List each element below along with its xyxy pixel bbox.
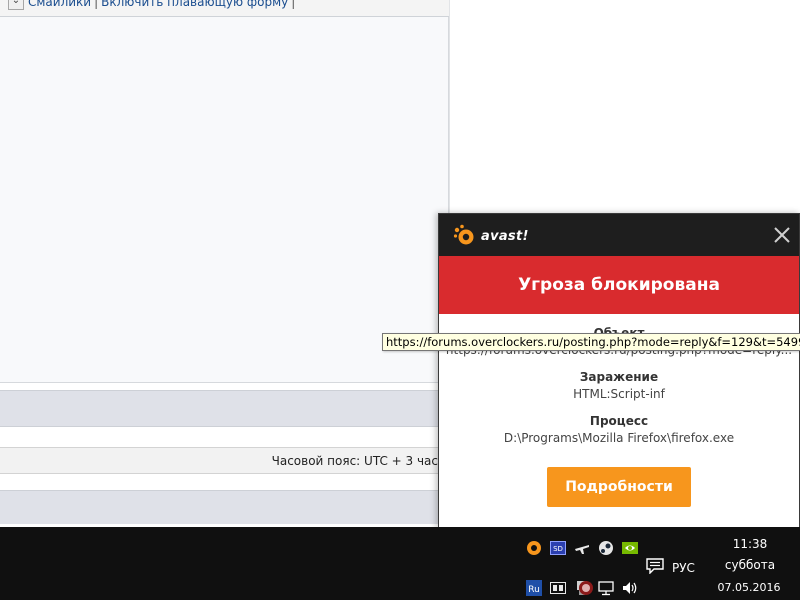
link-separator: | [291, 0, 296, 9]
ru-icon-label: Ru [528, 585, 540, 595]
dolby-tray-icon[interactable] [550, 580, 566, 596]
smileys-link[interactable]: Смайлики [28, 0, 91, 9]
volume-tray-icon[interactable] [622, 580, 638, 596]
forum-band [0, 390, 440, 427]
action-center-icon[interactable] [646, 558, 664, 574]
taskbar: SD РУС Ru 11:38 суббота 07.05.2016 [0, 527, 800, 600]
infection-info: Заражение HTML:Script-inf [439, 370, 799, 401]
message-textarea[interactable] [0, 17, 449, 383]
avast-logo-text: avast! [481, 228, 529, 244]
network-tray-icon[interactable] [598, 580, 614, 596]
avast-logo: avast! [453, 224, 529, 248]
avast-notification: avast! Угроза блокирована Объект https:/… [438, 213, 800, 528]
process-info: Процесс D:\Programs\Mozilla Firefox\fire… [439, 414, 799, 445]
avast-tray-icon[interactable] [526, 540, 542, 556]
threat-banner: Угроза блокирована [439, 256, 799, 314]
process-value: D:\Programs\Mozilla Firefox\firefox.exe [503, 431, 735, 445]
timezone-bar: Часовой пояс: UTC + 3 час [0, 447, 440, 474]
plane-tray-icon[interactable] [574, 540, 590, 556]
link-separator: | [94, 0, 99, 9]
toolbar-links: Смайлики | Включить плавающую форму | [28, 0, 298, 9]
clock-time[interactable]: 11:38 [722, 537, 778, 551]
sd-icon-label: SD [553, 545, 563, 553]
forum-footer-band [0, 490, 440, 524]
details-button[interactable]: Подробности [547, 467, 691, 507]
steam-tray-icon[interactable] [598, 540, 614, 556]
timezone-text: Часовой пояс: UTC + 3 час [271, 454, 438, 468]
floating-form-link[interactable]: Включить плавающую форму [101, 0, 288, 9]
language-indicator[interactable]: РУС [672, 561, 695, 575]
url-tooltip: https://forums.overclockers.ru/posting.p… [382, 333, 800, 351]
process-label: Процесс [589, 414, 649, 428]
chevron-down-icon[interactable]: ⌄ [8, 0, 24, 10]
infection-label: Заражение [579, 370, 659, 384]
nvidia-tray-icon[interactable] [622, 540, 638, 556]
infection-value: HTML:Script-inf [573, 387, 665, 401]
ru-tray-icon[interactable]: Ru [526, 580, 542, 596]
sd-tray-icon[interactable]: SD [550, 540, 566, 556]
editor-toolbar: ⌄ Смайлики | Включить плавающую форму | [0, 0, 450, 17]
avast-header: avast! [439, 214, 799, 256]
clock-date[interactable]: 07.05.2016 [716, 581, 782, 594]
game-tray-icon[interactable] [578, 580, 594, 596]
threat-title: Угроза блокирована [518, 275, 720, 295]
close-icon[interactable] [771, 224, 793, 246]
avast-logo-icon [453, 224, 474, 245]
clock-day[interactable]: суббота [718, 558, 782, 572]
